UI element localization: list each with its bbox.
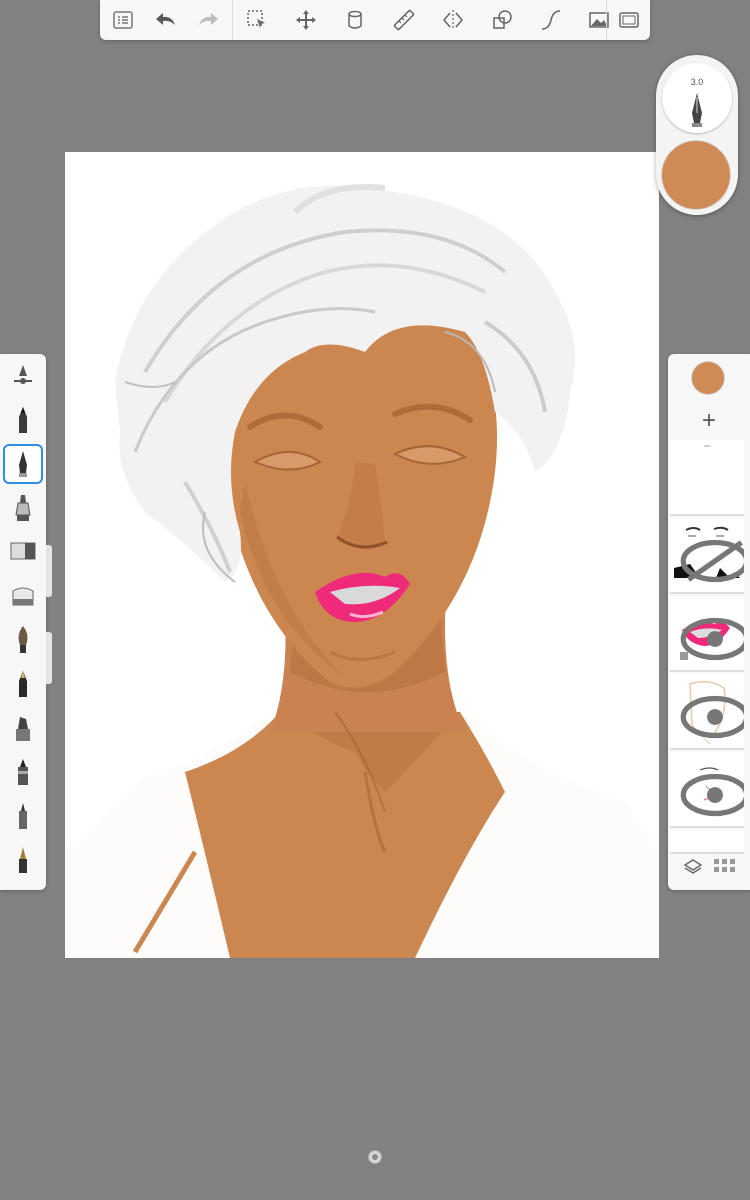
layer-thumbnail[interactable] [670,752,744,828]
selection-icon[interactable] [236,0,278,40]
color-puck[interactable] [662,141,730,209]
shapes-icon[interactable] [481,0,523,40]
layers-list-icon[interactable] [102,0,144,40]
grid-icon[interactable] [710,852,740,882]
layer-thumbnail[interactable] [670,674,744,750]
ink-pen-brush-icon[interactable] [3,444,43,484]
top-toolbar [100,0,650,40]
layer-thumbnail[interactable] [670,440,744,516]
marker-brush-icon[interactable] [5,534,41,570]
pencil-brush-icon[interactable] [5,402,41,438]
layer-color-swatch[interactable] [692,362,724,394]
chisel-marker-brush-icon[interactable] [5,710,41,746]
layer-thumbnail[interactable] [670,596,744,672]
eye-icon[interactable] [678,680,744,750]
brush-size-puck[interactable]: 3.0 [662,63,732,133]
fullscreen-icon[interactable] [608,0,650,40]
eye-icon[interactable] [678,602,744,672]
transform-icon[interactable] [285,0,327,40]
fineliner-brush-icon[interactable] [5,798,41,834]
brush-puck[interactable]: 3.0 [656,55,738,215]
eraser-brush-icon[interactable] [5,578,41,614]
charcoal-brush-icon[interactable] [5,666,41,702]
airbrush-brush-icon[interactable] [5,490,41,526]
drawing-canvas[interactable] [65,152,659,958]
brush-library-panel [0,354,46,890]
fill-bucket-icon[interactable] [334,0,376,40]
layers-stack-icon[interactable] [678,852,708,882]
ruler-icon[interactable] [383,0,425,40]
panel-resize-tab-upper[interactable] [46,545,52,597]
paint-brush-icon[interactable] [5,622,41,658]
add-layer-button[interactable]: + [668,404,750,438]
undo-icon[interactable] [144,0,186,40]
ink-pen-icon [692,93,702,127]
eye-icon[interactable] [678,758,744,828]
layer-thumbnail[interactable] [670,830,744,854]
felt-pen-brush-icon[interactable] [5,754,41,790]
portrait-artwork [65,184,659,958]
panel-resize-tab-lower[interactable] [46,632,52,684]
redo-icon[interactable] [188,0,230,40]
curve-icon[interactable] [530,0,572,40]
brush-properties-icon[interactable] [5,358,41,394]
layers-panel: + [668,354,750,890]
symmetry-icon[interactable] [432,0,474,40]
brush-size-label: 3.0 [690,77,704,87]
calligraphy-pen-brush-icon[interactable] [5,842,41,878]
bottom-handle-icon[interactable] [368,1150,382,1164]
layer-thumbnail[interactable] [670,518,744,594]
eye-hidden-icon[interactable] [678,524,744,594]
